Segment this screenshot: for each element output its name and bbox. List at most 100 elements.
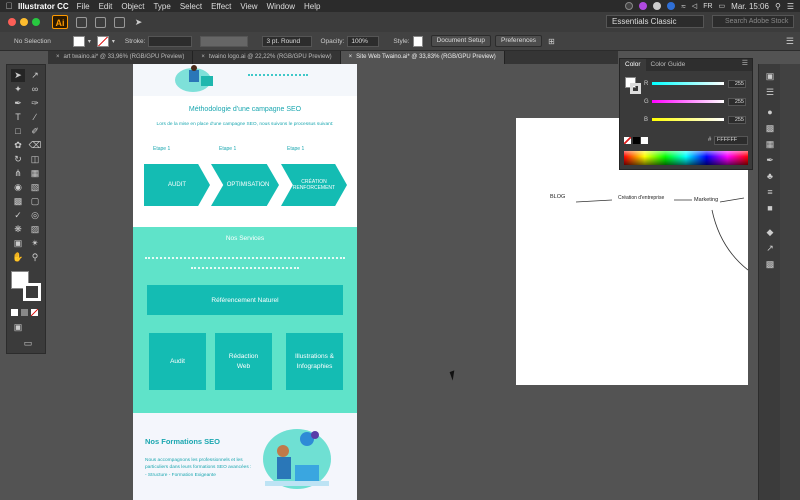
magic-wand-icon[interactable]: ✦ (11, 83, 25, 96)
tab-site-web-twaino[interactable]: × Site Web Twaino.ai* @ 33,83% (RGB/GPU P… (340, 51, 505, 64)
wifi-icon[interactable]: ≈ (681, 2, 685, 11)
tab-color-guide[interactable]: Color Guide (646, 59, 691, 71)
search-stock-input[interactable]: Search Adobe Stock (712, 15, 794, 28)
mindmap-node-creation[interactable]: Création d'entreprise (618, 195, 664, 201)
rectangle-tool-icon[interactable]: □ (11, 125, 25, 138)
properties-icon[interactable]: ☰ (763, 86, 777, 98)
swatches-icon[interactable]: ▦ (763, 138, 777, 150)
stroke-color-box[interactable] (23, 283, 41, 301)
tab-color[interactable]: Color (620, 59, 646, 71)
service-illustrations[interactable]: Illustrations & Infographies (286, 333, 343, 390)
artboards-icon[interactable]: ▩ (763, 258, 777, 270)
maximize-window-button[interactable] (32, 18, 40, 26)
color-panel-icon[interactable]: ● (763, 106, 777, 118)
red-value-field[interactable]: 255 (728, 79, 746, 88)
blue-value-field[interactable]: 255 (728, 115, 746, 124)
color-spectrum[interactable] (624, 151, 748, 165)
red-slider[interactable]: R 255 (644, 79, 752, 88)
stock-icon[interactable] (95, 16, 106, 28)
status-icon[interactable] (625, 2, 634, 10)
red-track[interactable] (652, 82, 724, 85)
stroke-color-box[interactable] (630, 83, 641, 94)
menu-view[interactable]: View (240, 2, 257, 11)
blue-slider[interactable]: B 255 (644, 115, 752, 124)
lasso-icon[interactable]: ∞ (28, 83, 42, 96)
spotlight-icon[interactable]: ⚲ (775, 2, 781, 11)
menu-effect[interactable]: Effect (211, 2, 231, 11)
menu-help[interactable]: Help (304, 2, 320, 11)
graph-tool-icon[interactable]: ▨ (28, 223, 42, 236)
layers-icon[interactable]: ◆ (763, 226, 777, 238)
libraries-icon[interactable]: ▣ (763, 70, 777, 82)
app-status-icon[interactable] (639, 2, 648, 10)
none-swatch[interactable] (624, 137, 631, 144)
brush-definition-field[interactable]: 3 pt. Round (262, 35, 313, 47)
color-guide-icon[interactable]: ▩ (763, 122, 777, 134)
service-audit[interactable]: Audit (149, 333, 206, 390)
hand-tool-icon[interactable]: ✋ (11, 251, 25, 264)
menu-select[interactable]: Select (180, 2, 202, 11)
volume-icon[interactable]: ◁ (692, 2, 697, 10)
artboard-tool-icon[interactable]: ▣ (11, 237, 25, 250)
service-redaction[interactable]: Rédaction Web (215, 333, 272, 390)
mesh-tool-icon[interactable]: ▩ (11, 195, 25, 208)
blue-track[interactable] (652, 118, 724, 121)
tab-art-twaino[interactable]: × art twaino.ai* @ 33,96% (RGB/GPU Previe… (48, 51, 194, 64)
line-tool-icon[interactable]: ∕ (28, 111, 42, 124)
panel-menu-icon[interactable]: ☰ (786, 36, 794, 47)
none-mode-icon[interactable] (31, 309, 38, 316)
hex-field[interactable]: FFFFFF (714, 136, 748, 145)
eyedropper-icon[interactable]: ✓ (11, 209, 25, 222)
variable-width-field[interactable] (200, 35, 249, 47)
color-mode-icon[interactable] (11, 309, 18, 316)
white-swatch[interactable] (641, 137, 648, 144)
vertical-scrollbar[interactable] (780, 64, 800, 500)
clock[interactable]: Mar. 15:06 (731, 2, 769, 11)
symbols-icon[interactable]: ♣ (763, 170, 777, 182)
sync-icon[interactable] (653, 2, 662, 10)
arrange-documents-icon[interactable] (114, 16, 125, 28)
preferences-button[interactable]: Preferences (495, 35, 543, 47)
width-tool-icon[interactable]: ⋔ (11, 167, 25, 180)
battery-icon[interactable]: ▭ (719, 2, 726, 10)
zoom-tool-icon[interactable]: ⚲ (28, 251, 42, 264)
menu-edit[interactable]: Edit (99, 2, 113, 11)
screen-mode-icon[interactable]: ▭ (21, 337, 35, 350)
draw-mode-icon[interactable]: ▣ (11, 321, 25, 334)
document-setup-button[interactable]: Document Setup (430, 35, 492, 47)
chevron-down-icon[interactable]: ▾ (112, 38, 115, 45)
app-name-menu[interactable]: Illustrator CC (18, 2, 69, 11)
shape-builder-icon[interactable]: ◉ (11, 181, 25, 194)
perspective-grid-icon[interactable]: ▧ (28, 181, 42, 194)
bridge-icon[interactable] (76, 16, 87, 28)
stroke-weight-field[interactable] (148, 35, 193, 47)
gradient-tool-icon[interactable]: ▢ (28, 195, 42, 208)
menu-file[interactable]: File (77, 2, 90, 11)
eraser-icon[interactable]: ⌫ (28, 139, 42, 152)
tab-twaino-logo[interactable]: × twaino logo.ai @ 22,22% (RGB/GPU Previe… (193, 51, 341, 64)
service-referencement[interactable]: Référencement Naturel (147, 285, 343, 315)
flag-icon[interactable]: FR (703, 3, 712, 10)
close-tab-icon[interactable]: × (56, 54, 60, 60)
fill-swatch[interactable] (72, 35, 85, 47)
direct-selection-tool-icon[interactable]: ↗ (28, 69, 42, 82)
green-value-field[interactable]: 255 (728, 97, 746, 106)
scale-tool-icon[interactable]: ◫ (28, 153, 42, 166)
paintbrush-icon[interactable]: ✐ (28, 125, 42, 138)
mindmap-node-marketing[interactable]: Marketing (694, 197, 718, 203)
gradient-mode-icon[interactable] (21, 309, 28, 316)
opacity-field[interactable]: 100% (347, 35, 380, 47)
mindmap-node-blog[interactable]: BLOG (550, 194, 565, 200)
export-icon[interactable]: ↗ (763, 242, 777, 254)
menu-object[interactable]: Object (121, 2, 144, 11)
green-slider[interactable]: G 255 (644, 97, 752, 106)
notification-center-icon[interactable]: ☰ (787, 2, 794, 11)
panel-menu-icon[interactable]: ☰ (742, 59, 752, 71)
slice-tool-icon[interactable]: ✴ (28, 237, 42, 250)
stroke-icon[interactable]: ≡ (763, 186, 777, 198)
free-transform-icon[interactable]: ▦ (28, 167, 42, 180)
gpu-performance-icon[interactable]: ➤ (133, 17, 144, 28)
workspace-switcher[interactable]: Essentials Classic (606, 15, 704, 28)
website-artboard[interactable]: Méthodologie d'une campagne SEO Lors de … (133, 64, 357, 500)
minimize-window-button[interactable] (20, 18, 28, 26)
